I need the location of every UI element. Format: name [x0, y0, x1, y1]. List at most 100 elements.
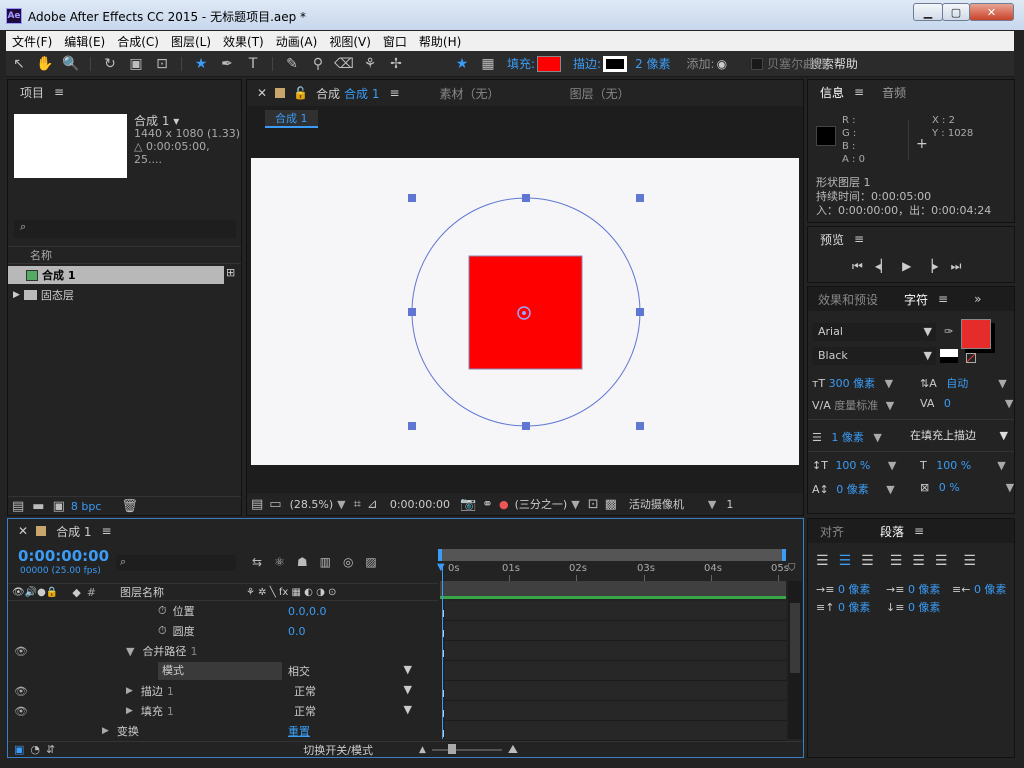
- close-tab-icon[interactable]: ✕: [257, 86, 267, 100]
- project-search-input[interactable]: ⌕: [14, 220, 236, 238]
- tab-info[interactable]: 信息: [820, 84, 844, 101]
- viewer-timecode[interactable]: 0:00:00:00: [390, 498, 450, 511]
- prev-frame-icon[interactable]: ◂▏: [875, 259, 890, 274]
- frame-blending-icon[interactable]: ▥: [320, 555, 331, 569]
- add-label[interactable]: 添加:: [687, 55, 715, 72]
- flowchart-icon[interactable]: ⊞: [226, 266, 235, 279]
- show-snapshot-icon[interactable]: ⚭: [482, 497, 493, 512]
- fill-blend-dropdown[interactable]: 正常 ▼: [294, 703, 412, 719]
- comp-mini-flowchart-icon[interactable]: ⇆: [252, 555, 262, 569]
- safe-zones-icon[interactable]: ⌗: [354, 497, 361, 512]
- bbox-handle[interactable]: [522, 194, 530, 202]
- transparency-grid-icon[interactable]: ⊿: [367, 497, 378, 512]
- justify-center-icon[interactable]: ☰: [912, 553, 925, 569]
- menu-edit[interactable]: 编辑(E): [58, 33, 111, 50]
- tab-footage[interactable]: 素材（无）: [440, 85, 500, 102]
- new-comp-icon[interactable]: ▣: [53, 499, 65, 514]
- text-tool-icon[interactable]: T: [240, 56, 266, 72]
- zoom-slider[interactable]: [431, 743, 502, 754]
- draft-3d-icon[interactable]: ⚛: [274, 555, 285, 569]
- in-out-toggle-icon[interactable]: ⇵: [46, 743, 55, 756]
- roto-brush-tool-icon[interactable]: ⚘: [357, 56, 383, 72]
- resolution-dropdown[interactable]: (三分之一): [515, 496, 568, 512]
- close-window-button[interactable]: ✕: [969, 3, 1014, 21]
- layer-row-roundness[interactable]: ⏱ 圆度 0.0: [8, 621, 438, 641]
- minimize-button[interactable]: ▁: [913, 3, 943, 21]
- transform-reset-link[interactable]: 重置: [288, 723, 310, 739]
- star-mode-icon[interactable]: ★: [449, 56, 475, 72]
- bbox-handle[interactable]: [522, 422, 530, 430]
- timeline-scrollbar[interactable]: [788, 581, 802, 739]
- zoom-dropdown[interactable]: (28.5%): [290, 498, 334, 511]
- transfer-controls-toggle-icon[interactable]: ◔: [30, 743, 40, 756]
- puppet-pin-tool-icon[interactable]: ✢: [383, 56, 409, 72]
- fill-color-box[interactable]: [961, 319, 991, 349]
- layer-duration-bar[interactable]: [440, 581, 786, 599]
- interpret-footage-icon[interactable]: ▤: [12, 499, 24, 514]
- layer-row-position[interactable]: ⏱ 位置 0.0,0.0: [8, 601, 438, 621]
- name-column-header[interactable]: 名称: [8, 246, 241, 264]
- menu-layer[interactable]: 图层(L): [165, 33, 217, 50]
- fill-label[interactable]: 填充:: [507, 55, 535, 72]
- indent-left-value[interactable]: 0 像素: [838, 583, 871, 596]
- layer-switches-toggle-icon[interactable]: ▣: [14, 743, 24, 756]
- stroke-label[interactable]: 描边:: [573, 55, 601, 72]
- work-area-start-handle[interactable]: [438, 549, 442, 561]
- layer-row-stroke[interactable]: 👁 ▶ 描边 1 正常 ▼: [8, 681, 438, 701]
- camera-dropdown[interactable]: 活动摄像机: [629, 496, 684, 512]
- hand-tool-icon[interactable]: ✋: [32, 56, 58, 72]
- bbox-handle[interactable]: [636, 422, 644, 430]
- leading-value[interactable]: 自动: [946, 377, 968, 390]
- checkerboard-icon[interactable]: ▩: [605, 497, 617, 512]
- horizontal-scale-value[interactable]: 100 %: [936, 459, 971, 472]
- always-preview-icon[interactable]: ▤: [251, 497, 263, 512]
- bbox-handle[interactable]: [636, 194, 644, 202]
- fill-color-swatch[interactable]: [537, 55, 562, 72]
- kerning-value[interactable]: 度量标准: [834, 399, 878, 412]
- vertical-scale-value[interactable]: 100 %: [835, 459, 870, 472]
- comp-marker-bin-icon[interactable]: ⛉: [788, 563, 796, 574]
- align-center-icon[interactable]: ☰: [839, 553, 852, 569]
- last-frame-icon[interactable]: ⏭: [951, 259, 962, 274]
- search-help[interactable]: 贝塞尔曲线 ⌕搜索帮助: [767, 55, 858, 72]
- tab-composition-label[interactable]: 合成: [316, 85, 340, 102]
- camera-tool-icon[interactable]: ▣: [123, 56, 149, 72]
- timeline-search-input[interactable]: ⌕: [116, 555, 236, 571]
- add-menu-icon[interactable]: ◉: [717, 57, 727, 71]
- menu-animation[interactable]: 动画(A): [270, 33, 324, 50]
- brush-tool-icon[interactable]: ✎: [279, 56, 305, 72]
- selection-tool-icon[interactable]: ↖: [6, 56, 32, 72]
- mask-mode-icon[interactable]: ▦: [475, 56, 501, 72]
- project-panel-title[interactable]: 项目: [20, 84, 44, 101]
- close-tab-icon[interactable]: ✕: [18, 524, 28, 538]
- mode-dropdown[interactable]: 相交 ▼: [288, 663, 412, 679]
- playhead-handle[interactable]: ▼: [437, 562, 445, 573]
- indent-first-value[interactable]: 0 像素: [908, 583, 941, 596]
- menu-view[interactable]: 视图(V): [323, 33, 377, 50]
- clone-stamp-tool-icon[interactable]: ⚲: [305, 56, 331, 72]
- space-after-value[interactable]: 0 像素: [908, 601, 941, 614]
- bbox-handle[interactable]: [408, 194, 416, 202]
- work-area-bar[interactable]: [440, 549, 786, 561]
- time-ruler[interactable]: 0s 01s 02s 03s 04s 05s: [440, 561, 789, 581]
- space-before-value[interactable]: 0 像素: [838, 601, 871, 614]
- pan-behind-tool-icon[interactable]: ⊡: [149, 56, 175, 72]
- stroke-swatch-small[interactable]: [940, 349, 958, 363]
- stroke-mode-dropdown[interactable]: 在填充上描边 ▼: [906, 427, 1010, 445]
- font-style-dropdown[interactable]: Black ▼: [812, 347, 936, 365]
- tab-layer[interactable]: 图层（无）: [570, 85, 630, 102]
- channels-icon[interactable]: ●: [499, 498, 509, 511]
- bbox-handle[interactable]: [636, 308, 644, 316]
- no-color-icon[interactable]: [966, 353, 976, 363]
- font-family-dropdown[interactable]: Arial ▼: [812, 323, 936, 341]
- menu-file[interactable]: 文件(F): [6, 33, 58, 50]
- project-item-solids[interactable]: ▶ 固态层: [8, 286, 224, 304]
- rotate-tool-icon[interactable]: ↻: [97, 56, 123, 72]
- trash-icon[interactable]: 🗑: [121, 499, 138, 514]
- new-folder-icon[interactable]: ▬: [32, 499, 44, 514]
- indent-right-value[interactable]: 0 像素: [974, 583, 1007, 596]
- justify-left-icon[interactable]: ☰: [890, 553, 903, 569]
- timeline-comp-name[interactable]: 合成 1: [56, 523, 91, 540]
- menu-composition[interactable]: 合成(C): [111, 33, 165, 50]
- views-dropdown[interactable]: 1: [726, 498, 733, 511]
